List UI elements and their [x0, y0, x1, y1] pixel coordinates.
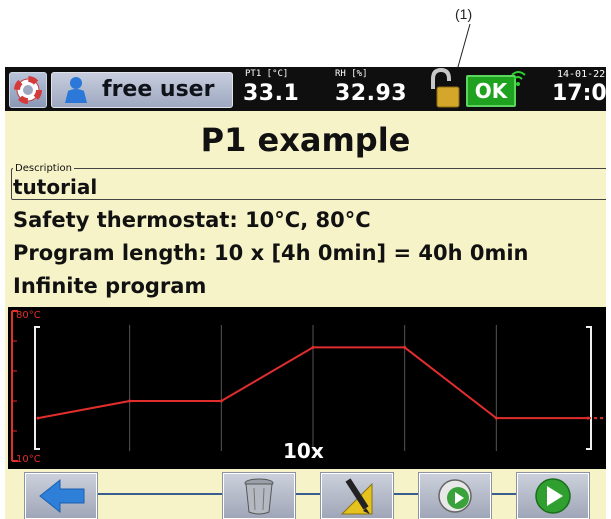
cycle-start-bracket [34, 326, 40, 450]
pt1-label: PT1 [°C] [245, 69, 289, 79]
status-ok-badge: OK [466, 75, 516, 107]
repeat-count-label: 10x [283, 439, 324, 463]
program-point [586, 416, 590, 420]
status-time: 17:01 [552, 81, 606, 106]
user-button[interactable]: free user [51, 72, 233, 108]
status-bar: free user PT1 [°C] 33.1 RH [%] 32.93 OK … [5, 67, 606, 111]
status-date: 14-01-22 [557, 69, 606, 80]
lifebuoy-icon [14, 76, 42, 104]
back-arrow-icon [39, 478, 85, 514]
bottom-navigation [5, 469, 606, 519]
description-value: tutorial [13, 175, 98, 199]
program-mode-info: Infinite program [13, 274, 207, 298]
user-icon [65, 77, 87, 103]
open-padlock-icon[interactable] [427, 67, 463, 111]
callout-label: (1) [455, 6, 473, 22]
rh-label: RH [%] [335, 69, 368, 79]
clock-play-icon [438, 479, 472, 513]
y-min-label: 10°C [16, 454, 41, 465]
delete-button[interactable] [223, 473, 295, 519]
pencil-ruler-icon [340, 478, 373, 515]
program-chart[interactable]: 80°C 10°C 10x [8, 307, 606, 469]
program-point [128, 399, 132, 403]
safety-thermostat-info: Safety thermostat: 10°C, 80°C [13, 208, 371, 232]
program-point [36, 416, 40, 420]
program-point [494, 416, 498, 420]
user-name: free user [102, 77, 215, 102]
program-title: P1 example [200, 121, 411, 159]
y-max-label: 80°C [16, 310, 41, 321]
start-button[interactable] [517, 473, 589, 519]
pt1-value: 33.1 [243, 81, 300, 106]
description-legend: Description [13, 163, 74, 174]
device-screen: free user PT1 [°C] 33.1 RH [%] 32.93 OK … [5, 67, 606, 519]
program-point [403, 345, 407, 349]
edit-button[interactable] [321, 473, 393, 519]
back-button[interactable] [25, 473, 97, 519]
program-point [219, 399, 223, 403]
program-length-info: Program length: 10 x [4h 0min] = 40h 0mi… [13, 241, 529, 265]
trash-can-icon [244, 478, 274, 515]
program-point [311, 345, 315, 349]
start-time-button[interactable] [419, 473, 491, 519]
rh-value: 32.93 [335, 81, 408, 106]
cycle-end-bracket [586, 326, 592, 450]
play-icon [535, 478, 571, 514]
home-button[interactable] [9, 72, 47, 108]
description-field[interactable] [11, 168, 606, 200]
wifi-icon [511, 71, 526, 86]
